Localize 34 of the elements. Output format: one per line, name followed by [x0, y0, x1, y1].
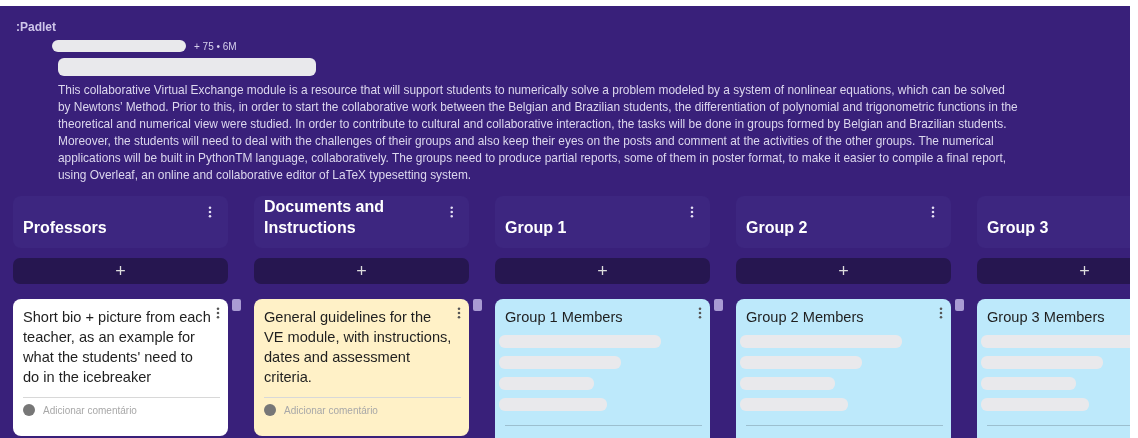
drag-handle[interactable] — [473, 299, 482, 311]
post-title: Group 2 Members — [746, 308, 864, 327]
post-title: Short bio + picture from each teacher, as an example for what the students' need to do in the icebreaker — [23, 308, 212, 387]
column-title: Group 3 — [987, 218, 1049, 238]
padlet-logo[interactable]: :Padlet — [0, 6, 56, 34]
add-post-button[interactable]: + — [13, 258, 228, 284]
column-title: Group 2 — [746, 218, 808, 238]
post-title: General guidelines for the VE module, with instructions, dates and assessment criteria. — [264, 308, 453, 387]
post-title: Group 3 Members — [987, 308, 1105, 327]
add-post-button[interactable]: + — [254, 258, 469, 284]
board-stats: + 75 • 6M — [194, 40, 237, 52]
more-icon[interactable] — [698, 307, 702, 319]
more-icon[interactable] — [449, 206, 453, 218]
more-icon[interactable] — [939, 307, 943, 319]
column-title: Professors — [23, 218, 107, 238]
post-title: Group 1 Members — [505, 308, 623, 327]
column-title: Documents and Instructions — [264, 197, 385, 238]
avatar-icon — [264, 404, 276, 416]
add-post-button[interactable]: + — [977, 258, 1130, 284]
more-icon[interactable] — [690, 206, 694, 218]
drag-handle[interactable] — [232, 299, 241, 311]
more-icon[interactable] — [216, 307, 220, 319]
comment-field[interactable]: Adicionar comentário — [284, 404, 424, 416]
more-icon[interactable] — [208, 206, 212, 218]
add-post-button[interactable]: + — [495, 258, 710, 284]
board-description: This collaborative Virtual Exchange module is a resource that will support students to numerically solve a problem modeled by a system of nonlinear equations, which can be solved by Newtons’ Method. Prior to this, in order to start the collaborative work between the Belgian and Brazilian students, the differentiation of polynomial and trigonometric functions in the theoretical and numerical view were studied. In order to contribute to cultural and collaborative interaction, the tasks will be done in groups formed by Belgian and Brazilian students. Moreover, the students will need to deal with the challenges of their groups and also keep their eyes on the posts and comment at the activities of the other groups. The numerical applications will be built in PythonTM language, collaboratively. The groups need to produce partial reports, some of them in poster format, to make it easier to compile a final report, using Overleaf, an online and collaborative editor of LaTeX typesetting system. — [58, 82, 1019, 184]
more-icon[interactable] — [457, 307, 461, 319]
drag-handle[interactable] — [955, 299, 964, 311]
more-icon[interactable] — [931, 206, 935, 218]
add-post-button[interactable]: + — [736, 258, 951, 284]
column-title: Group 1 — [505, 218, 567, 238]
avatar-icon — [23, 404, 35, 416]
comment-field[interactable]: Adicionar comentário — [43, 404, 183, 416]
drag-handle[interactable] — [714, 299, 723, 311]
